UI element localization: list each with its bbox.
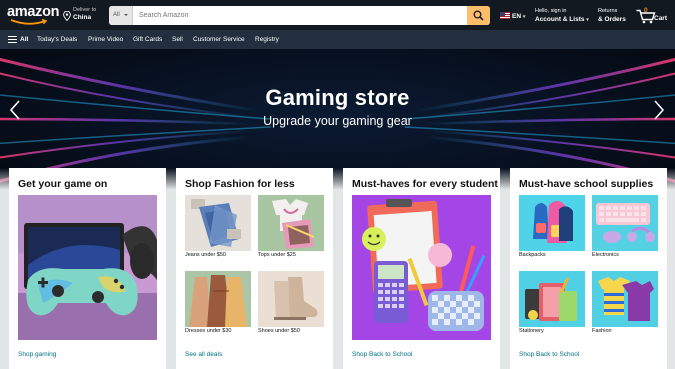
- cart-button[interactable]: 0 Cart: [636, 7, 672, 25]
- tile-caption: Tops under $25: [258, 252, 296, 258]
- language-label: EN: [512, 13, 522, 20]
- chevron-right-icon[interactable]: [650, 99, 666, 121]
- deliver-to[interactable]: Deliver to China: [63, 7, 107, 25]
- search-category-label: All: [113, 12, 120, 18]
- fashion-image: [592, 271, 658, 327]
- student-essentials-image[interactable]: [352, 195, 491, 340]
- card-student: Must-haves for every student Shop Back t…: [343, 168, 500, 369]
- tile-caption: Jeans under $50: [185, 252, 226, 258]
- stationery-image: [519, 271, 585, 327]
- tile-electronics[interactable]: Electronics: [592, 195, 658, 263]
- cart-count: 0: [644, 7, 648, 14]
- nav-link-todays-deals[interactable]: Today's Deals: [37, 30, 77, 49]
- tile-backpacks[interactable]: Backpacks: [519, 195, 585, 263]
- cart-label: Cart: [654, 15, 668, 22]
- shop-back-to-school-link[interactable]: Shop Back to School: [352, 351, 412, 358]
- search-bar: All: [109, 6, 490, 25]
- tile-caption: Backpacks: [519, 252, 546, 258]
- chevron-down-icon: ▾: [522, 14, 526, 20]
- electronics-image: [592, 195, 658, 251]
- tile-caption: Electronics: [592, 252, 619, 258]
- hero-title: Gaming store: [265, 85, 410, 110]
- search-button[interactable]: [467, 6, 490, 25]
- nav-link-gift-cards[interactable]: Gift Cards: [133, 30, 162, 49]
- us-flag-icon: [500, 12, 510, 19]
- all-menu-label: All: [20, 36, 29, 43]
- amazon-logo[interactable]: amazon: [7, 5, 59, 27]
- menu-icon: [8, 36, 17, 43]
- hero-subtitle: Upgrade your gaming gear: [263, 114, 412, 128]
- chevron-left-icon[interactable]: [8, 99, 24, 121]
- tile-stationery[interactable]: Stationery: [519, 271, 585, 339]
- tile-tops[interactable]: Tops under $25: [258, 195, 324, 263]
- nav-link-sell[interactable]: Sell: [172, 30, 183, 49]
- search-icon: [473, 10, 484, 21]
- shop-back-to-school-link[interactable]: Shop Back to School: [519, 351, 579, 358]
- backpacks-image: [519, 195, 585, 251]
- deliver-to-location: China: [73, 14, 92, 21]
- tile-caption: Shoes under $50: [258, 328, 300, 334]
- jeans-image: [185, 195, 251, 251]
- secondary-navbar: All Today's Deals Prime Video Gift Cards…: [0, 30, 675, 49]
- tops-image: [258, 195, 324, 251]
- account-label: Account & Lists: [535, 16, 585, 23]
- tile-shoes[interactable]: Shoes under $50: [258, 271, 324, 339]
- gaming-controller-image[interactable]: [18, 195, 157, 340]
- card-title: Shop Fashion for less: [185, 178, 295, 190]
- tile-fashion[interactable]: Fashion: [592, 271, 658, 339]
- tile-jeans[interactable]: Jeans under $50: [185, 195, 251, 263]
- card-fashion: Shop Fashion for less Jeans under $50 To…: [176, 168, 333, 369]
- top-navbar: amazon Deliver to China All EN ▾ Hello: [0, 0, 675, 30]
- dresses-image: [185, 271, 251, 327]
- see-all-deals-link[interactable]: See all deals: [185, 351, 222, 358]
- returns-orders[interactable]: Returns & Orders: [598, 8, 626, 24]
- shop-gaming-link[interactable]: Shop gaming: [18, 351, 56, 358]
- tile-caption: Fashion: [592, 328, 612, 334]
- card-title: Must-have school supplies: [519, 178, 654, 190]
- tile-caption: Stationery: [519, 328, 544, 334]
- card-title: Get your game on: [18, 178, 108, 190]
- nav-link-prime-video[interactable]: Prime Video: [88, 30, 123, 49]
- location-pin-icon: [63, 11, 71, 21]
- card-gaming: Get your game on Shop gaming: [9, 168, 166, 369]
- card-title: Must-haves for every student: [352, 178, 498, 190]
- chevron-down-icon: ▾: [586, 17, 589, 23]
- returns-label: Returns: [598, 8, 618, 14]
- tile-dresses[interactable]: Dresses under $30: [185, 271, 251, 339]
- tile-caption: Dresses under $30: [185, 328, 232, 334]
- deliver-to-label: Deliver to: [73, 7, 97, 13]
- logo-smile-icon: [10, 19, 48, 25]
- language-selector[interactable]: EN ▾: [500, 12, 525, 22]
- account-menu[interactable]: Hello, sign in Account & Lists ▾: [535, 8, 589, 25]
- search-category-dropdown[interactable]: All: [109, 6, 133, 25]
- shoes-image: [258, 271, 324, 327]
- logo-wordmark: amazon: [7, 4, 60, 20]
- all-menu-button[interactable]: All: [7, 30, 31, 49]
- account-greeting: Hello, sign in: [535, 8, 567, 14]
- nav-link-customer-service[interactable]: Customer Service: [193, 30, 245, 49]
- nav-link-registry[interactable]: Registry: [255, 30, 279, 49]
- chevron-down-icon: [124, 14, 128, 16]
- search-input[interactable]: [139, 6, 469, 25]
- card-school-supplies: Must-have school supplies Backpacks Elec…: [510, 168, 667, 369]
- orders-label: & Orders: [598, 16, 626, 23]
